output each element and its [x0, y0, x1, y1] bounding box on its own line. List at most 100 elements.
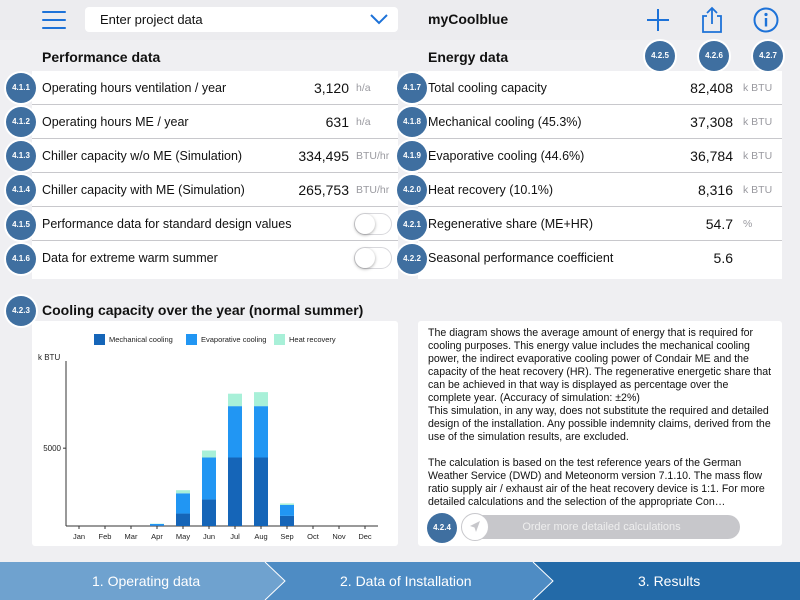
row-label: Heat recovery (10.1%) [428, 183, 554, 197]
table-row: Total cooling capacity 82,408 k BTU [418, 71, 782, 105]
x-tick-label: Jul [230, 532, 240, 541]
row-unit: BTU/hr [356, 184, 390, 196]
toggle-knob [355, 248, 375, 268]
order-icon-wrap [461, 513, 489, 541]
row-label: Operating hours ventilation / year [42, 81, 227, 95]
badge-row: 4.1.6 [6, 244, 36, 274]
bar-segment [280, 515, 294, 526]
bar-segment [202, 457, 216, 500]
row-value: 265,753 [298, 182, 349, 198]
badge-info: 4.2.7 [753, 41, 783, 71]
row-value: 36,784 [690, 148, 733, 164]
energy-title: Energy data [428, 49, 509, 65]
bar-segment [228, 457, 242, 526]
row-value: 631 [325, 114, 349, 130]
x-tick-label: Sep [280, 532, 293, 541]
row-unit: h/a [356, 82, 371, 94]
table-row: Operating hours ME / year 631 h/a [32, 105, 398, 139]
navigation-arrow-icon [470, 521, 480, 532]
table-row: Mechanical cooling (45.3%) 37,308 k BTU [418, 105, 782, 139]
row-label: Performance data for standard design val… [42, 217, 292, 231]
row-unit: BTU/hr [356, 150, 390, 162]
badge-row: 4.1.4 [6, 175, 36, 205]
x-tick-label: Mar [125, 532, 138, 541]
row-label: Chiller capacity with ME (Simulation) [42, 183, 245, 197]
table-row: Chiller capacity w/o ME (Simulation) 334… [32, 139, 398, 173]
step-navigation: 1. Operating data 2. Data of Installatio… [0, 562, 800, 600]
row-label: Chiller capacity w/o ME (Simulation) [42, 149, 243, 163]
table-row: Seasonal performance coefficient 5.6 [418, 241, 782, 275]
bar-segment [254, 457, 268, 526]
badge-row: 4.2.2 [397, 244, 427, 274]
step-installation-data[interactable]: 2. Data of Installation [340, 573, 472, 589]
bar-segment [176, 493, 190, 514]
standard-design-toggle[interactable] [354, 213, 392, 235]
legend-swatch [94, 334, 105, 345]
chart-title: Cooling capacity over the year (normal s… [42, 302, 364, 318]
app-title: myCoolblue [428, 11, 509, 27]
x-tick-label: Jan [73, 532, 85, 541]
row-value: 334,495 [298, 148, 349, 164]
table-row: Regenerative share (ME+HR) 54.7 % [418, 207, 782, 241]
row-unit: k BTU [743, 82, 773, 94]
legend-swatch [274, 334, 285, 345]
badge-row: 4.2.0 [397, 175, 427, 205]
share-icon[interactable] [697, 5, 727, 35]
row-label: Evaporative cooling (44.6%) [428, 149, 585, 163]
badge-row: 4.1.8 [397, 107, 427, 137]
table-row: Heat recovery (10.1%) 8,316 k BTU [418, 173, 782, 207]
bar-segment [254, 392, 268, 407]
table-row: Operating hours ventilation / year 3,120… [32, 71, 398, 105]
legend-label: Evaporative cooling [201, 335, 266, 344]
bar-segment [228, 393, 242, 407]
badge-row: 4.1.3 [6, 141, 36, 171]
step-results[interactable]: 3. Results [638, 573, 700, 589]
table-row: Chiller capacity with ME (Simulation) 26… [32, 173, 398, 207]
order-button-label: Order more detailed calculations [522, 521, 681, 533]
x-tick-label: Feb [99, 532, 112, 541]
performance-panel: Operating hours ventilation / year 3,120… [32, 71, 398, 279]
badge-row: 4.1.1 [6, 73, 36, 103]
table-row: Evaporative cooling (44.6%) 36,784 k BTU [418, 139, 782, 173]
x-tick-label: Apr [151, 532, 163, 541]
order-calculations-button[interactable]: Order more detailed calculations [463, 515, 740, 539]
badge-row: 4.1.2 [6, 107, 36, 137]
row-value: 3,120 [313, 80, 349, 96]
bar-segment [228, 406, 242, 458]
info-icon[interactable] [751, 5, 781, 35]
x-tick-label: May [176, 532, 190, 541]
menu-icon[interactable] [40, 8, 68, 32]
x-tick-label: Nov [332, 532, 346, 541]
x-tick-label: Jun [203, 532, 215, 541]
project-data-select[interactable]: Enter project data [85, 7, 398, 32]
row-label: Regenerative share (ME+HR) [428, 217, 593, 231]
plus-icon[interactable] [643, 5, 673, 35]
badge-add: 4.2.5 [645, 41, 675, 71]
bar-segment [202, 450, 216, 458]
row-label: Mechanical cooling (45.3%) [428, 115, 582, 129]
badge-row: 4.2.1 [397, 210, 427, 240]
bar-segment [254, 406, 268, 458]
legend-label: Heat recovery [289, 335, 336, 344]
bar-segment [280, 504, 294, 516]
chart-panel: k BTU 5000 Jan Feb Mar Apr May Jun Jul Aug Sep Oct N… [32, 321, 398, 546]
bar-segment [150, 523, 164, 526]
table-row: Data for extreme warm summer [32, 241, 398, 275]
project-select-label: Enter project data [100, 12, 203, 27]
badge-row: 4.1.5 [6, 210, 36, 240]
badge-share: 4.2.6 [699, 41, 729, 71]
legend-label: Mechanical cooling [109, 335, 173, 344]
extreme-summer-toggle[interactable] [354, 247, 392, 269]
bar-segment [280, 503, 294, 505]
badge-order: 4.2.4 [427, 513, 457, 543]
bar-segment [176, 513, 190, 526]
row-label: Operating hours ME / year [42, 115, 189, 129]
step-operating-data[interactable]: 1. Operating data [92, 573, 200, 589]
x-tick-label: Oct [307, 532, 320, 541]
table-row: Performance data for standard design val… [32, 207, 398, 241]
legend-swatch [186, 334, 197, 345]
toggle-knob [355, 214, 375, 234]
row-unit: % [743, 218, 753, 230]
x-tick-label: Aug [254, 532, 267, 541]
row-label: Seasonal performance coefficient [428, 251, 614, 265]
